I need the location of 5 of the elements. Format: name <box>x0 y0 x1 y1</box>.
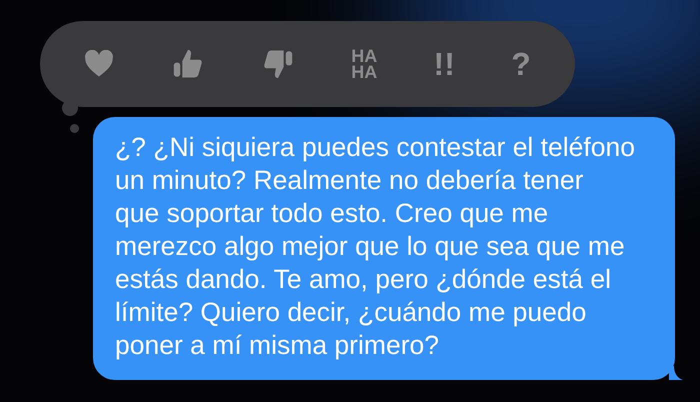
reaction-label[interactable]: !! <box>434 50 455 78</box>
heart-icon[interactable] <box>84 50 114 78</box>
reaction-label[interactable]: HA HA <box>351 48 378 80</box>
reaction-label[interactable]: ? <box>511 50 531 78</box>
message-text: ¿? ¿Ni siquiera puedes contestar el teléfono un minuto? Realmente no debería tener que soportar todo esto. Creo que me merezco algo mejor que lo que sea que me estás dando. Te amo, pero ¿dónde está el límite? Quiero decir, ¿cuándo me puedo poner a mí misma primero? <box>115 131 636 362</box>
